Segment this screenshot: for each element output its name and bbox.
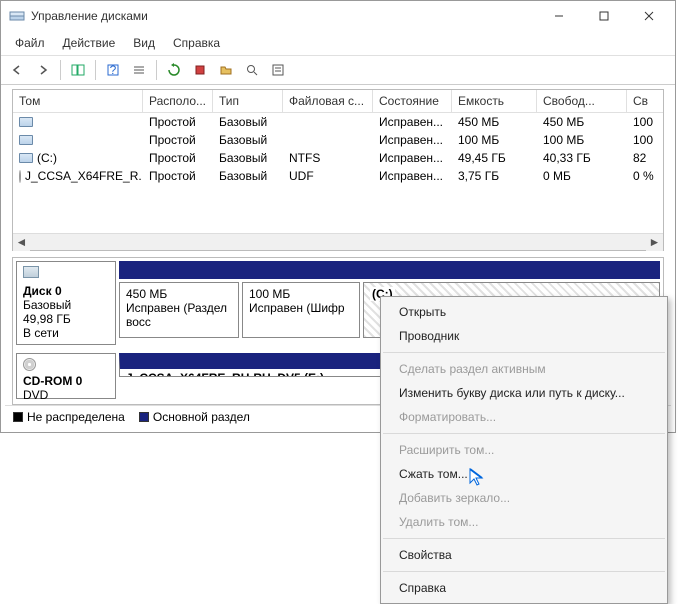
table-row[interactable]: ПростойБазовыйИсправен...100 МБ100 МБ100 (13, 131, 663, 149)
disk0-kind: Базовый (23, 298, 109, 312)
table-row[interactable]: (C:)ПростойБазовыйNTFSИсправен...49,45 Г… (13, 149, 663, 167)
volume-icon (19, 135, 33, 145)
ctx-make-active: Сделать раздел активным (381, 357, 667, 381)
toolbar-list-icon[interactable] (127, 59, 151, 81)
context-menu[interactable]: Открыть Проводник Сделать раздел активны… (380, 296, 668, 604)
partition-100mb[interactable]: 100 МБ Исправен (Шифр (242, 282, 360, 338)
cd-icon (23, 358, 36, 371)
scroll-right-icon[interactable]: ► (646, 234, 663, 251)
toolbar-settings-icon[interactable] (188, 59, 212, 81)
toolbar-properties-icon[interactable] (266, 59, 290, 81)
back-button[interactable] (5, 59, 29, 81)
minimize-button[interactable] (536, 2, 581, 30)
menu-help[interactable]: Справка (165, 33, 228, 53)
legend-unallocated-swatch (13, 412, 23, 422)
col-type[interactable]: Тип (213, 90, 283, 112)
cdrom-label[interactable]: CD-ROM 0 DVD (16, 353, 116, 399)
col-fs[interactable]: Файловая с... (283, 90, 373, 112)
col-pct[interactable]: Св (627, 90, 662, 112)
col-layout[interactable]: Располо... (143, 90, 213, 112)
maximize-button[interactable] (581, 2, 626, 30)
table-header[interactable]: Том Располо... Тип Файловая с... Состоян… (13, 90, 663, 113)
forward-button[interactable] (31, 59, 55, 81)
volume-icon (19, 153, 33, 163)
help-icon[interactable]: ? (101, 59, 125, 81)
cdrom-name: CD-ROM 0 (23, 374, 109, 388)
ctx-extend: Расширить том... (381, 438, 667, 462)
window-title: Управление дисками (31, 9, 536, 23)
menubar: Файл Действие Вид Справка (1, 31, 675, 56)
volume-icon (19, 117, 33, 127)
cdrom-kind: DVD (23, 388, 109, 402)
ctx-explorer[interactable]: Проводник (381, 324, 667, 348)
menu-view[interactable]: Вид (125, 33, 163, 53)
cd-icon (19, 170, 21, 183)
col-capacity[interactable]: Емкость (452, 90, 537, 112)
col-free[interactable]: Свобод... (537, 90, 627, 112)
disk0-headerbar (119, 261, 660, 279)
refresh-icon[interactable] (162, 59, 186, 81)
ctx-shrink[interactable]: Сжать том... (381, 462, 667, 486)
legend-primary-swatch (139, 412, 149, 422)
ctx-delete: Удалить том... (381, 510, 667, 534)
toolbar: ? (1, 56, 675, 85)
disk0-label[interactable]: Диск 0 Базовый 49,98 ГБ В сети (16, 261, 116, 345)
ctx-add-mirror: Добавить зеркало... (381, 486, 667, 510)
disk0-state: В сети (23, 326, 109, 340)
svg-text:?: ? (110, 63, 117, 77)
titlebar[interactable]: Управление дисками (1, 1, 675, 31)
close-button[interactable] (626, 2, 671, 30)
disk0-size: 49,98 ГБ (23, 312, 109, 326)
toolbar-folder-icon[interactable] (214, 59, 238, 81)
table-row[interactable]: ПростойБазовыйИсправен...450 МБ450 МБ100 (13, 113, 663, 131)
menu-file[interactable]: Файл (7, 33, 53, 53)
scroll-left-icon[interactable]: ◄ (13, 234, 30, 251)
ctx-open[interactable]: Открыть (381, 300, 667, 324)
disk-icon (23, 266, 39, 278)
ctx-help[interactable]: Справка (381, 576, 667, 600)
partition-450mb[interactable]: 450 МБ Исправен (Раздел восс (119, 282, 239, 338)
col-status[interactable]: Состояние (373, 90, 452, 112)
table-row[interactable]: J_CCSA_X64FRE_R...ПростойБазовыйUDFИспра… (13, 167, 663, 185)
col-volume[interactable]: Том (13, 90, 143, 112)
toolbar-search-icon[interactable] (240, 59, 264, 81)
ctx-change-letter[interactable]: Изменить букву диска или путь к диску... (381, 381, 667, 405)
menu-action[interactable]: Действие (55, 33, 124, 53)
toolbar-view-icon[interactable] (66, 59, 90, 81)
disk0-name: Диск 0 (23, 284, 109, 298)
ctx-format: Форматировать... (381, 405, 667, 429)
horizontal-scrollbar[interactable]: ◄ ► (13, 233, 663, 250)
ctx-properties[interactable]: Свойства (381, 543, 667, 567)
volume-table[interactable]: Том Располо... Тип Файловая с... Состоян… (12, 89, 664, 251)
app-icon (9, 8, 25, 24)
